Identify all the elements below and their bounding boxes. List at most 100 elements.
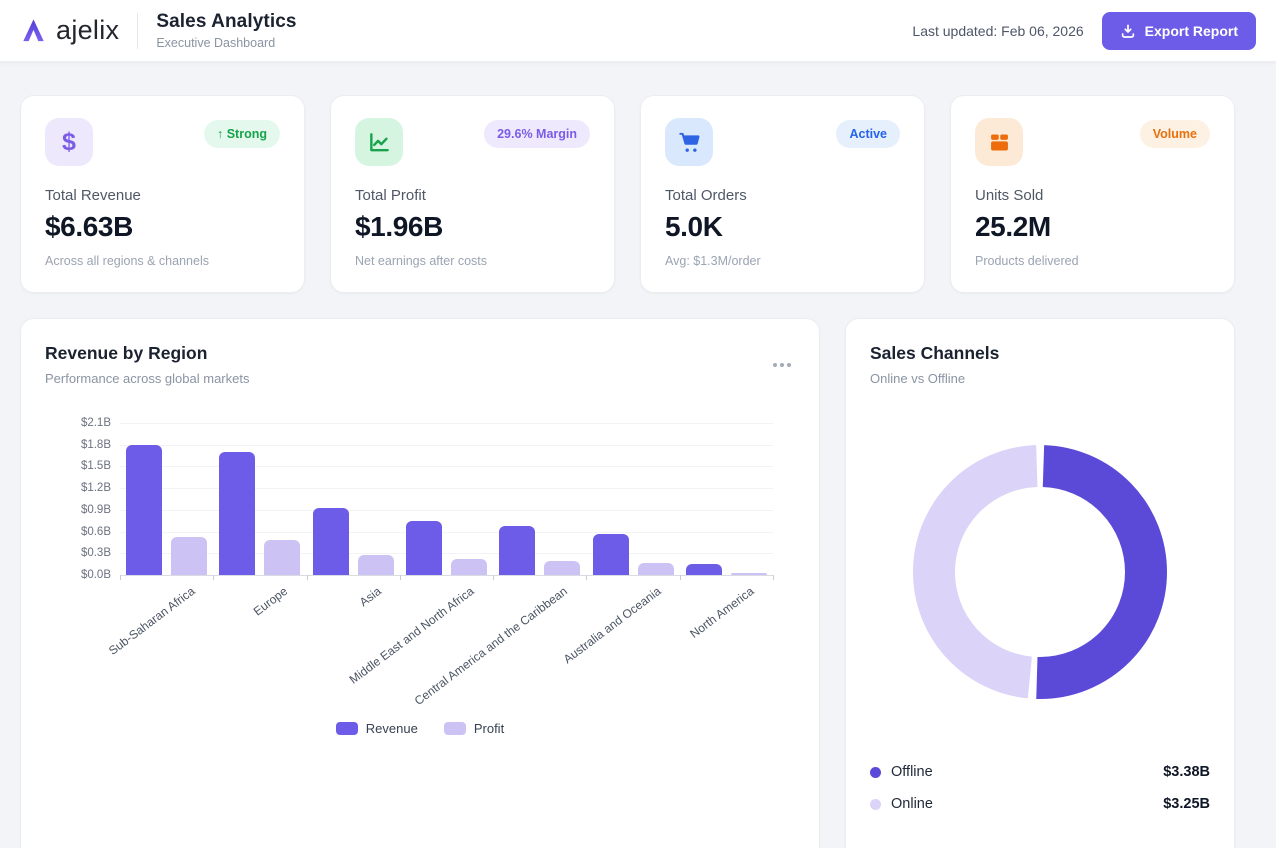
donut-chart-subtitle: Online vs Offline	[870, 371, 1210, 386]
bar-profit[interactable]	[638, 563, 674, 575]
x-axis-tick	[120, 575, 121, 580]
kpi-card: 29.6% Margin Total Profit $1.96B Net ear…	[330, 95, 615, 293]
kpi-subtitle: Avg: $1.3M/order	[665, 254, 900, 268]
header-divider	[137, 13, 138, 49]
gridline	[120, 575, 773, 576]
kpi-subtitle: Products delivered	[975, 254, 1210, 268]
kpi-label: Total Revenue	[45, 187, 280, 204]
app-header: ajelix Sales Analytics Executive Dashboa…	[0, 0, 1276, 62]
ajelix-logo-icon	[20, 17, 47, 44]
download-icon	[1120, 23, 1136, 39]
cart-icon	[665, 118, 713, 166]
kpi-subtitle: Net earnings after costs	[355, 254, 590, 268]
bar-chart-title: Revenue by Region	[45, 343, 795, 364]
kpi-subtitle: Across all regions & channels	[45, 254, 280, 268]
bar-revenue[interactable]	[499, 526, 535, 575]
bar-profit[interactable]	[171, 537, 207, 575]
bar-revenue[interactable]	[219, 452, 255, 575]
bar-revenue[interactable]	[406, 521, 442, 575]
revenue-bar-chart: $2.1B$1.8B$1.5B$1.2B$0.9B$0.6B$0.3B$0.0B…	[120, 423, 773, 575]
bar-group: Central America and the Caribbean	[493, 423, 586, 575]
kpi-value: $6.63B	[45, 211, 280, 243]
x-axis-tick	[400, 575, 401, 580]
kpi-value: 25.2M	[975, 211, 1210, 243]
export-report-button[interactable]: Export Report	[1102, 12, 1256, 50]
kpi-card: $ ↑ Strong Total Revenue $6.63B Across a…	[20, 95, 305, 293]
bar-group: Sub-Saharan Africa	[120, 423, 213, 575]
package-icon	[975, 118, 1023, 166]
dashboard-main: $ ↑ Strong Total Revenue $6.63B Across a…	[0, 95, 1276, 848]
sales-channels-donut-chart	[900, 432, 1180, 712]
bar-group: North America	[680, 423, 773, 575]
x-axis-category-label: Asia	[357, 584, 384, 609]
legend-swatch	[336, 722, 358, 735]
bar-profit[interactable]	[451, 559, 487, 575]
page-subtitle: Executive Dashboard	[156, 36, 296, 50]
y-axis-tick-label: $0.9B	[81, 504, 111, 516]
y-axis-tick-label: $0.0B	[81, 569, 111, 581]
bar-revenue[interactable]	[593, 534, 629, 575]
chart-line-icon	[355, 118, 403, 166]
page-title: Sales Analytics	[156, 11, 296, 33]
export-report-label: Export Report	[1145, 23, 1238, 39]
y-axis-tick-label: $0.6B	[81, 526, 111, 538]
bar-profit[interactable]	[731, 573, 767, 575]
bar-chart-subtitle: Performance across global markets	[45, 371, 795, 386]
bar-revenue[interactable]	[313, 508, 349, 575]
legend-item-profit[interactable]: Profit	[444, 721, 504, 736]
bar-profit[interactable]	[264, 540, 300, 575]
donut-legend-row-offline[interactable]: Offline $3.38B	[870, 756, 1210, 788]
kpi-card: Active Total Orders 5.0K Avg: $1.3M/orde…	[640, 95, 925, 293]
x-axis-tick	[680, 575, 681, 580]
ajelix-logo: ajelix	[20, 15, 119, 46]
kpi-label: Total Profit	[355, 187, 590, 204]
revenue-by-region-card: Revenue by Region Performance across glo…	[20, 318, 820, 848]
bar-chart-legend: Revenue Profit	[45, 721, 795, 736]
kpi-badge: Active	[836, 120, 900, 148]
donut-chart-title: Sales Channels	[870, 343, 1210, 364]
kpi-label: Total Orders	[665, 187, 900, 204]
channel-label: Offline	[891, 764, 933, 780]
channel-label: Online	[891, 796, 933, 812]
bar-group: Middle East and North Africa	[400, 423, 493, 575]
x-axis-category-label: Central America and the Caribbean	[412, 584, 570, 708]
legend-item-revenue[interactable]: Revenue	[336, 721, 418, 736]
channel-value: $3.25B	[1163, 796, 1210, 812]
legend-dot	[870, 799, 881, 810]
last-updated-text: Last updated: Feb 06, 2026	[912, 23, 1083, 39]
bar-group: Australia and Oceania	[586, 423, 679, 575]
x-axis-tick	[586, 575, 587, 580]
bar-revenue[interactable]	[126, 445, 162, 575]
x-axis-category-label: Europe	[251, 584, 290, 618]
donut-legend-row-online[interactable]: Online $3.25B	[870, 788, 1210, 820]
kpi-badge: ↑ Strong	[204, 120, 280, 148]
kpi-card-row: $ ↑ Strong Total Revenue $6.63B Across a…	[20, 95, 1235, 293]
kpi-value: $1.96B	[355, 211, 590, 243]
y-axis-tick-label: $1.5B	[81, 460, 111, 472]
logo-text: ajelix	[56, 15, 119, 46]
kpi-label: Units Sold	[975, 187, 1210, 204]
sales-channels-card: Sales Channels Online vs Offline Offline…	[845, 318, 1235, 848]
x-axis-category-label: Australia and Oceania	[561, 584, 664, 666]
bar-group: Europe	[213, 423, 306, 575]
bar-profit[interactable]	[358, 555, 394, 575]
legend-dot	[870, 767, 881, 778]
dollar-icon: $	[45, 118, 93, 166]
bar-profit[interactable]	[544, 561, 580, 575]
y-axis-tick-label: $2.1B	[81, 417, 111, 429]
kpi-badge: Volume	[1140, 120, 1210, 148]
y-axis-tick-label: $1.2B	[81, 482, 111, 494]
card-menu-icon[interactable]	[769, 359, 795, 371]
kpi-card: Volume Units Sold 25.2M Products deliver…	[950, 95, 1235, 293]
bar-group: Asia	[307, 423, 400, 575]
donut-legend: Offline $3.38B Online $3.25B	[870, 756, 1210, 820]
kpi-value: 5.0K	[665, 211, 900, 243]
x-axis-tick	[493, 575, 494, 580]
y-axis-tick-label: $1.8B	[81, 439, 111, 451]
channel-value: $3.38B	[1163, 764, 1210, 780]
bar-revenue[interactable]	[686, 564, 722, 575]
kpi-badge: 29.6% Margin	[484, 120, 590, 148]
x-axis-tick	[213, 575, 214, 580]
x-axis-category-label: Sub-Saharan Africa	[106, 584, 198, 658]
x-axis-tick	[773, 575, 774, 580]
